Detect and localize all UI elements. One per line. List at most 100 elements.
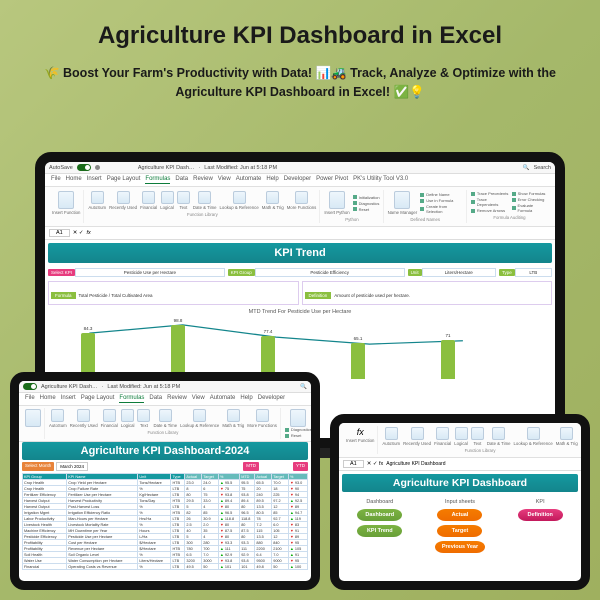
- date-time-icon[interactable]: [159, 409, 172, 422]
- last-modified: Last Modified: Jun at 5:18 PM: [204, 165, 277, 171]
- date-time-icon[interactable]: [492, 427, 505, 440]
- search-label[interactable]: Search: [534, 165, 551, 171]
- name-box[interactable]: A1: [49, 229, 70, 237]
- fx-icon[interactable]: fx: [357, 427, 364, 437]
- select-month-value[interactable]: March 2024: [56, 462, 88, 471]
- date-time-icon[interactable]: [198, 191, 211, 204]
- autosave-toggle[interactable]: [77, 164, 91, 171]
- tab-review[interactable]: Review: [193, 176, 213, 184]
- lookup-reference-icon[interactable]: [193, 409, 206, 422]
- insert-function-icon[interactable]: [25, 409, 41, 427]
- text-icon[interactable]: [137, 409, 150, 422]
- tab-file[interactable]: File: [25, 395, 35, 403]
- text-icon[interactable]: [177, 191, 190, 204]
- file-name: Agriculture KPI Dash…: [138, 165, 195, 171]
- tab-data[interactable]: Data: [149, 395, 162, 403]
- definition-link[interactable]: Definition: [518, 509, 563, 521]
- bar-Apr: [351, 343, 365, 379]
- tab-home[interactable]: Home: [40, 395, 56, 403]
- kpi-group-value: Pesticide Efficiency: [255, 268, 405, 277]
- autosum-icon[interactable]: [385, 427, 398, 440]
- col-input-title: Input sheets: [445, 499, 475, 505]
- formula-value: Total Pesticide / Total Cultivated Area: [79, 293, 153, 298]
- tab-insert[interactable]: Insert: [61, 395, 76, 403]
- definition-value: Amount of pesticide used per hectare.: [334, 293, 410, 298]
- financial-icon[interactable]: [142, 191, 155, 204]
- lookup-reference-icon[interactable]: [233, 191, 246, 204]
- financial-icon[interactable]: [436, 427, 449, 440]
- tab-developer[interactable]: Developer: [258, 395, 285, 403]
- ribbon-tabs: File Home Insert Page Layout Formulas Data Rev…: [19, 393, 311, 406]
- defined-names-label: Defined Names: [410, 217, 440, 222]
- tab-developer[interactable]: Developer: [284, 176, 311, 184]
- recently-used-icon[interactable]: [77, 409, 90, 422]
- kpitrend-link[interactable]: KPI Trend: [357, 525, 402, 537]
- prevyear-link[interactable]: Previous Year: [435, 541, 485, 553]
- math-trig-icon[interactable]: [560, 427, 573, 440]
- mtd-section-label: MTD: [243, 462, 259, 471]
- tab-pk's-utility-tool-v3.0[interactable]: PK's Utility Tool V3.0: [353, 176, 408, 184]
- target-link[interactable]: Target: [437, 525, 482, 537]
- tab-help[interactable]: Help: [266, 176, 278, 184]
- tab-file[interactable]: File: [51, 176, 61, 184]
- more-functions-icon[interactable]: [256, 409, 269, 422]
- tab-formulas[interactable]: Formulas: [145, 176, 170, 184]
- definition-label: Definition: [305, 292, 332, 299]
- tab-review[interactable]: Review: [167, 395, 187, 403]
- bar-label: 65.1: [354, 336, 363, 341]
- tab-view[interactable]: View: [218, 176, 231, 184]
- insert-python-icon[interactable]: [329, 191, 345, 209]
- recently-used-icon[interactable]: [117, 191, 130, 204]
- logical-icon[interactable]: [121, 409, 134, 422]
- more-functions-icon[interactable]: [295, 191, 308, 204]
- formula-label: Formula: [51, 292, 76, 299]
- tab-formulas[interactable]: Formulas: [119, 395, 144, 403]
- autosum-icon[interactable]: [91, 191, 104, 204]
- tab-power-pivot[interactable]: Power Pivot: [316, 176, 348, 184]
- tab-home[interactable]: Home: [66, 176, 82, 184]
- tab-page-layout[interactable]: Page Layout: [107, 176, 141, 184]
- tab-view[interactable]: View: [192, 395, 205, 403]
- tab-page-layout[interactable]: Page Layout: [81, 395, 115, 403]
- tablet-left-mockup: Agriculture KPI Dash… · Last Modified: J…: [10, 372, 320, 590]
- select-kpi-value[interactable]: Pesticide Use per Hectare: [75, 268, 225, 277]
- tab-automate[interactable]: Automate: [210, 395, 236, 403]
- recently-used-icon[interactable]: [411, 427, 424, 440]
- unit-label: Unit: [408, 269, 422, 276]
- name-box[interactable]: A1: [343, 460, 364, 468]
- logical-icon[interactable]: [161, 191, 174, 204]
- bar-label: 84.3: [84, 326, 93, 331]
- math-trig-icon[interactable]: [266, 191, 279, 204]
- insert-function-icon[interactable]: [58, 191, 74, 209]
- autosave-label: AutoSave: [49, 165, 73, 171]
- tab-insert[interactable]: Insert: [87, 176, 102, 184]
- bar-label: 98.8: [174, 318, 183, 323]
- insert-python-icon[interactable]: [290, 409, 306, 427]
- formula-bar-content[interactable]: Agriculture KPI Dashboard: [386, 461, 445, 467]
- page-title: Agriculture KPI Dashboard in Excel: [0, 0, 600, 60]
- formula-bar: A1 ✕ ✓ fx: [45, 227, 555, 240]
- financial-icon[interactable]: [103, 409, 116, 422]
- math-trig-icon[interactable]: [227, 409, 240, 422]
- actual-link[interactable]: Actual: [437, 509, 482, 521]
- bar-label: 77.4: [264, 329, 273, 334]
- dashboard-title-banner: Agriculture KPI Dashboard: [342, 474, 578, 492]
- col-kpi-title: KPI: [536, 499, 545, 505]
- mtd-trend-chart: 84.398.877.465.171: [51, 319, 549, 379]
- tab-help[interactable]: Help: [240, 395, 252, 403]
- autosave-toggle[interactable]: [23, 383, 37, 390]
- logical-icon[interactable]: [455, 427, 468, 440]
- tab-data[interactable]: Data: [175, 176, 188, 184]
- name-manager-icon[interactable]: [394, 191, 410, 209]
- save-icon[interactable]: [95, 165, 100, 170]
- dashboard-link[interactable]: Dashboard: [357, 509, 402, 521]
- lookup-reference-icon[interactable]: [527, 427, 540, 440]
- type-value: LTB: [515, 268, 552, 277]
- python-group-label: Python: [345, 217, 358, 222]
- kpi-group-label: KPI Group: [228, 269, 255, 276]
- text-icon[interactable]: [471, 427, 484, 440]
- tab-automate[interactable]: Automate: [236, 176, 262, 184]
- ribbon-tabs: File Home Insert Page Layout Formulas Data Rev…: [45, 174, 555, 187]
- autosum-icon[interactable]: [51, 409, 64, 422]
- kpi-trend-banner: KPI Trend: [48, 243, 552, 263]
